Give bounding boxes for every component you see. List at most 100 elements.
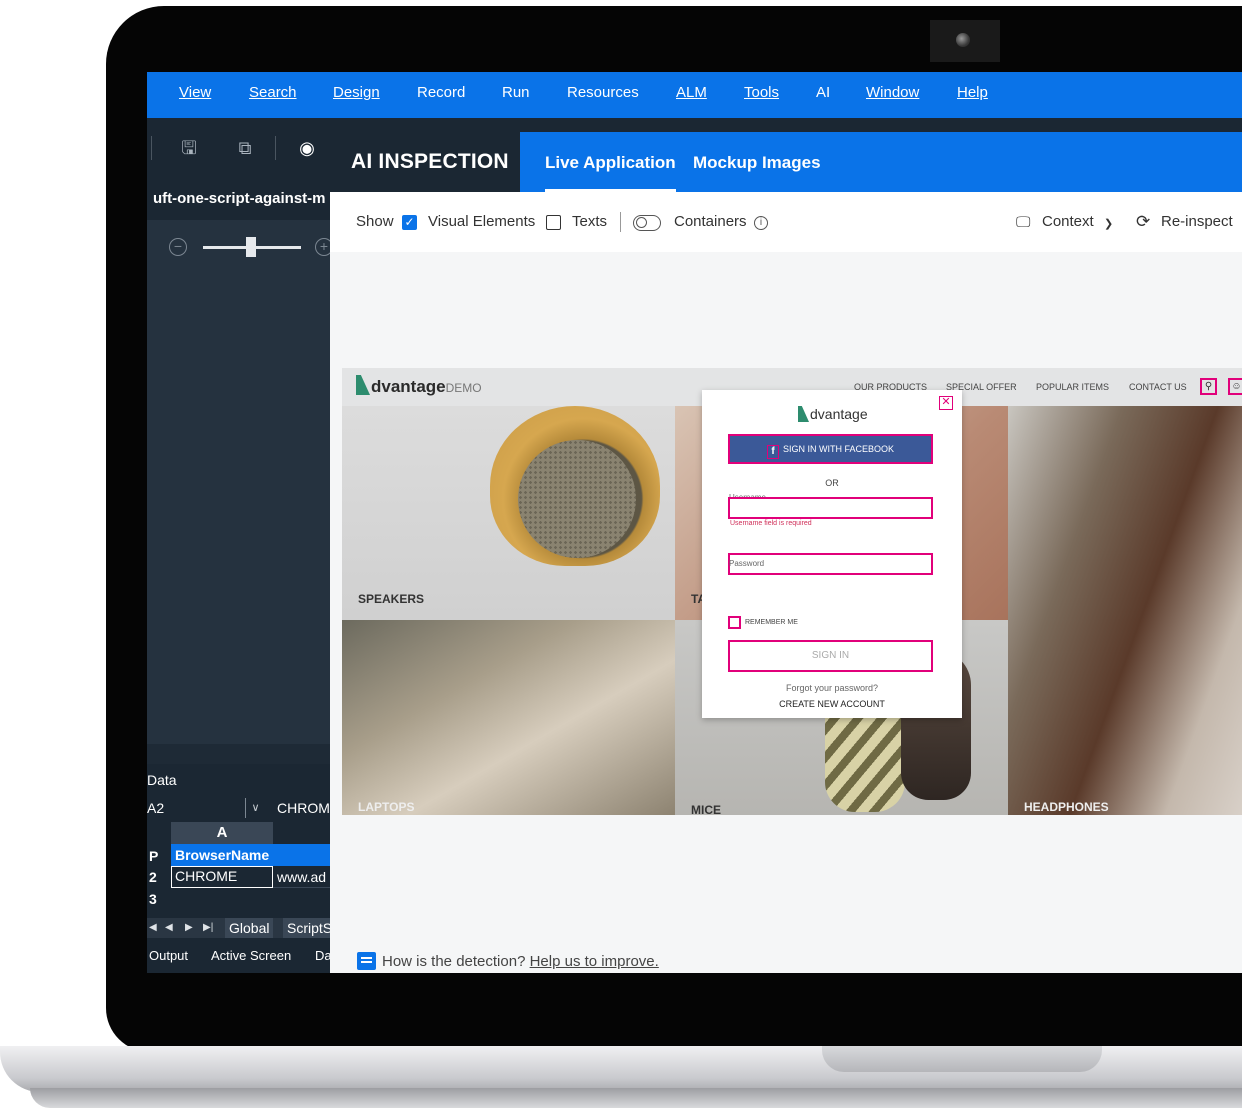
- save-icon[interactable]: 🖫: [179, 138, 199, 158]
- menu-search[interactable]: Search: [249, 84, 297, 102]
- table-cell-b2[interactable]: www.ad: [273, 866, 330, 888]
- or-divider: OR: [825, 478, 839, 488]
- options-separator: [620, 212, 621, 232]
- modal-logo-text: dvantage: [810, 406, 868, 422]
- camera-lens-icon: [956, 33, 970, 47]
- laptop-base-edge: [30, 1088, 1242, 1108]
- chevron-down-icon[interactable]: ❯: [1104, 215, 1113, 233]
- prev-sheet-icon[interactable]: ◀: [165, 918, 173, 938]
- modal-logo: dvantage: [798, 406, 868, 422]
- menu-help[interactable]: Help: [957, 84, 988, 102]
- last-sheet-icon[interactable]: ▶|: [203, 918, 213, 938]
- table-cell-a2[interactable]: CHROME: [171, 866, 273, 888]
- data-table-panel: Data A2 ∨ CHROME A P 2 3 BrowserName CHR…: [147, 764, 339, 973]
- toggle-knob: [636, 217, 647, 228]
- signin-button[interactable]: SIGN IN: [728, 640, 933, 672]
- tab-output[interactable]: Output: [149, 948, 188, 963]
- info-icon[interactable]: i: [754, 216, 768, 230]
- chat-icon: [357, 952, 376, 970]
- row-header: 3: [149, 891, 157, 907]
- logo-text: dvantage: [371, 377, 446, 396]
- tile-laptops[interactable]: LAPTOPS: [342, 620, 675, 815]
- facebook-icon: f: [766, 445, 779, 459]
- record-icon[interactable]: ◉: [297, 138, 317, 158]
- feedback-link[interactable]: Help us to improve.: [530, 953, 659, 970]
- visual-elements-label[interactable]: Visual Elements: [428, 213, 535, 231]
- logo-mark-icon: [356, 375, 370, 395]
- tab-mockup-images[interactable]: Mockup Images: [693, 132, 821, 192]
- save-all-icon[interactable]: ⧉: [235, 138, 255, 158]
- row-header: P: [149, 848, 159, 864]
- remember-me-checkbox[interactable]: [728, 616, 741, 629]
- forgot-password-link[interactable]: Forgot your password?: [702, 683, 962, 693]
- inspection-options-bar: Show ✓ Visual Elements Texts Containers …: [330, 192, 1242, 252]
- menu-view[interactable]: View: [179, 84, 211, 102]
- reinspect-button[interactable]: Re-inspect: [1161, 213, 1233, 231]
- toolbar-separator: [275, 136, 276, 160]
- monitor-icon[interactable]: 🖵: [1016, 214, 1030, 231]
- search-icon[interactable]: ⚲: [1200, 378, 1217, 395]
- ai-inspection-header: AI INSPECTION Live Application Mockup Im…: [330, 132, 1242, 192]
- cell-reference[interactable]: A2: [147, 800, 164, 816]
- zoom-out-icon[interactable]: −: [169, 238, 187, 256]
- tile-speakers[interactable]: SPEAKERS: [342, 406, 675, 620]
- toolbar-separator: [151, 136, 152, 160]
- app-logo[interactable]: dvantageDEMO: [356, 375, 482, 397]
- tile-headphones[interactable]: HEADPHONES: [1008, 406, 1242, 815]
- texts-label[interactable]: Texts: [572, 213, 607, 231]
- nav-link-contact-us[interactable]: CONTACT US: [1129, 382, 1187, 392]
- ai-inspection-panel: AI INSPECTION Live Application Mockup Im…: [330, 132, 1242, 973]
- tile-label-laptops: LAPTOPS: [358, 800, 415, 814]
- remember-me-label[interactable]: REMEMBER ME: [745, 619, 798, 626]
- containers-label[interactable]: Containers: [674, 213, 747, 231]
- tab-active-screen[interactable]: Active Screen: [211, 948, 291, 963]
- menu-tools[interactable]: Tools: [744, 84, 779, 102]
- username-error: Username field is required: [730, 520, 812, 527]
- column-header-a[interactable]: A: [171, 822, 273, 844]
- login-modal: ✕ dvantage f SIGN IN WITH FACEBOOK OR Use…: [702, 390, 962, 718]
- close-icon[interactable]: ✕: [939, 396, 953, 410]
- next-sheet-icon[interactable]: ▶: [185, 918, 193, 938]
- facebook-signin-button[interactable]: f SIGN IN WITH FACEBOOK: [728, 434, 933, 464]
- speaker-grill: [518, 440, 636, 558]
- menu-ai[interactable]: AI: [816, 84, 830, 102]
- visual-elements-checkbox[interactable]: ✓: [402, 215, 417, 230]
- menu-design[interactable]: Design: [333, 84, 380, 102]
- menu-run[interactable]: Run: [502, 84, 530, 102]
- menu-bar: View Search Design Record Run Resources …: [147, 72, 1242, 118]
- laptop-base-notch: [822, 1046, 1102, 1072]
- document-tab[interactable]: uft-one-script-against-m: [147, 178, 330, 220]
- feedback-question: How is the detection?: [382, 953, 526, 970]
- show-label: Show: [356, 213, 394, 230]
- texts-checkbox[interactable]: [546, 215, 561, 230]
- username-input[interactable]: [728, 497, 933, 519]
- logo-mark-icon: [798, 406, 809, 422]
- ai-inspection-title: AI INSPECTION: [330, 132, 520, 192]
- user-icon[interactable]: ☺: [1228, 378, 1242, 395]
- application-screenshot[interactable]: dvantageDEMO OUR PRODUCTS SPECIAL OFFER …: [342, 368, 1242, 815]
- menu-record[interactable]: Record: [417, 84, 465, 102]
- containers-toggle[interactable]: [633, 215, 661, 231]
- zoom-slider-handle[interactable]: [246, 237, 256, 257]
- menu-window[interactable]: Window: [866, 84, 919, 102]
- sheet-tab-global[interactable]: Global: [225, 918, 274, 938]
- menu-alm[interactable]: ALM: [676, 84, 707, 102]
- refresh-icon[interactable]: ⟳: [1136, 212, 1150, 232]
- tile-label-mice: MICE: [691, 803, 721, 815]
- create-account-link[interactable]: CREATE NEW ACCOUNT: [702, 699, 962, 709]
- nav-link-popular-items[interactable]: POPULAR ITEMS: [1036, 382, 1109, 392]
- zoom-control: − +: [147, 220, 333, 272]
- tab-live-application[interactable]: Live Application: [545, 132, 676, 192]
- table-cell-header[interactable]: BrowserName: [171, 844, 330, 866]
- logo-demo-text: DEMO: [445, 381, 482, 395]
- sheet-tab-script[interactable]: ScriptS: [283, 918, 337, 938]
- data-panel-title: Data: [147, 772, 177, 788]
- first-sheet-icon[interactable]: ◀: [149, 918, 157, 938]
- screen: View Search Design Record Run Resources …: [147, 72, 1242, 973]
- sheet-navigation: ◀ ◀ ▶ ▶| Global ScriptS: [147, 918, 337, 938]
- menu-resources[interactable]: Resources: [567, 84, 639, 102]
- chevron-down-icon[interactable]: ∨: [245, 798, 265, 818]
- tile-label-headphones: HEADPHONES: [1024, 800, 1109, 814]
- row-header: 2: [149, 869, 157, 885]
- context-dropdown[interactable]: Context: [1042, 213, 1094, 231]
